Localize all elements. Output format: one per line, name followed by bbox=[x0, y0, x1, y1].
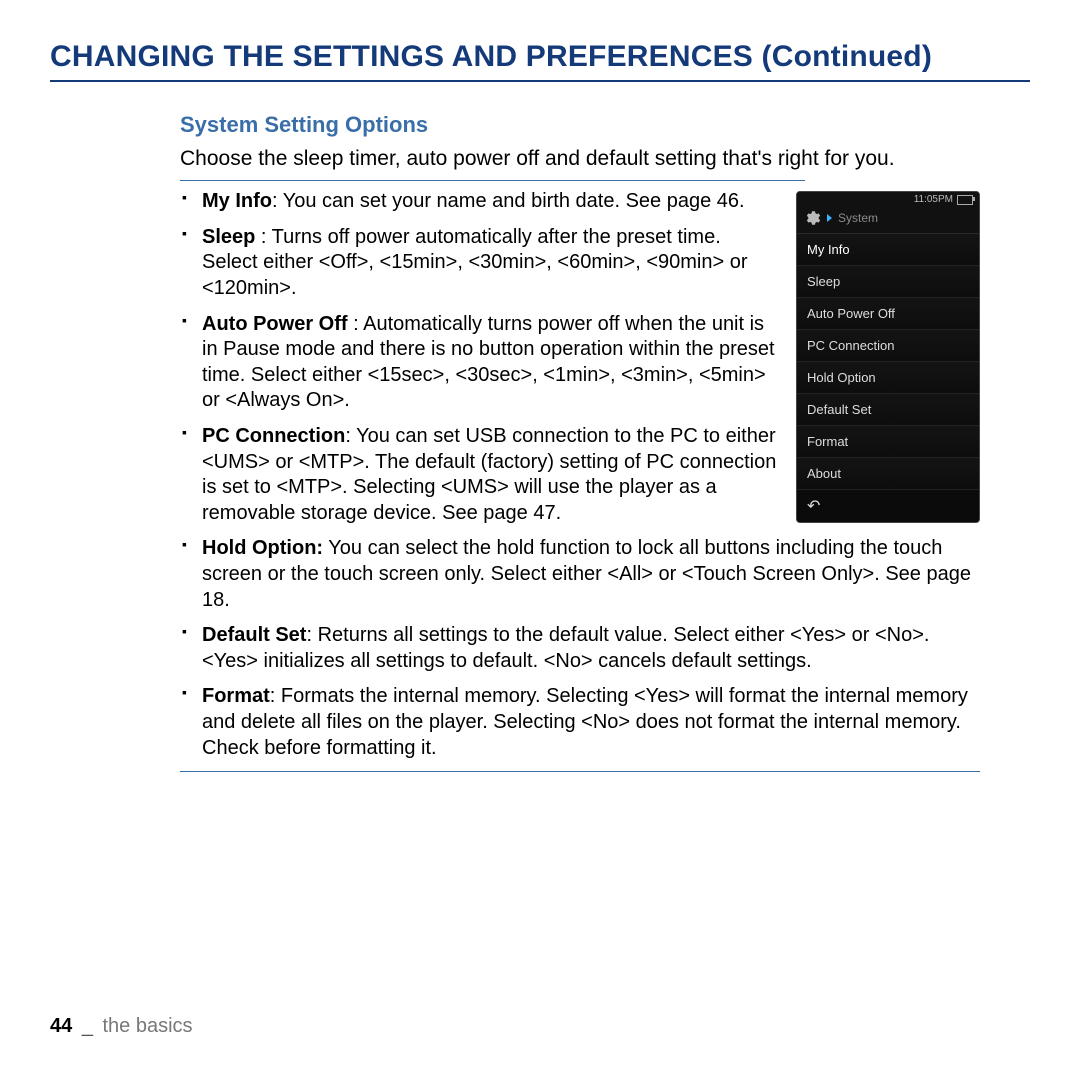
device-menu-item: Sleep bbox=[797, 266, 979, 298]
device-menu-item: PC Connection bbox=[797, 330, 979, 362]
device-screen-title: System bbox=[838, 211, 878, 225]
intro-text: Choose the sleep timer, auto power off a… bbox=[180, 146, 980, 172]
list-item: Sleep : Turns off power automatically af… bbox=[180, 225, 778, 302]
device-menu-item: My Info bbox=[797, 234, 979, 266]
device-menu-item: Format bbox=[797, 426, 979, 458]
section-subhead: System Setting Options bbox=[180, 112, 980, 138]
device-menu-item: Auto Power Off bbox=[797, 298, 979, 330]
list-item: My Info: You can set your name and birth… bbox=[180, 189, 778, 215]
gear-icon bbox=[803, 209, 821, 227]
bullet-list-full: Hold Option: You can select the hold fun… bbox=[180, 536, 980, 761]
divider-bottom bbox=[180, 771, 980, 772]
device-clock: 11:05PM bbox=[914, 194, 953, 205]
device-status-bar: 11:05PM bbox=[797, 192, 979, 205]
device-menu-item: Default Set bbox=[797, 394, 979, 426]
bullet-list-top: My Info: You can set your name and birth… bbox=[180, 189, 778, 526]
play-indicator-icon bbox=[827, 214, 832, 222]
device-footer: ↶ bbox=[797, 490, 979, 522]
divider-top bbox=[180, 180, 805, 181]
list-item: PC Connection: You can set USB connectio… bbox=[180, 424, 778, 526]
list-item: Auto Power Off : Automatically turns pow… bbox=[180, 312, 778, 414]
device-screenshot: 11:05PM System My Info Sleep Auto Power … bbox=[796, 191, 980, 523]
list-item: Hold Option: You can select the hold fun… bbox=[180, 536, 980, 613]
page-number: 44 bbox=[50, 1015, 72, 1037]
list-item: Default Set: Returns all settings to the… bbox=[180, 623, 980, 674]
page-title: CHANGING THE SETTINGS AND PREFERENCES (C… bbox=[50, 40, 1030, 82]
back-icon: ↶ bbox=[807, 496, 820, 516]
page-footer: 44 _ the basics bbox=[50, 1015, 193, 1038]
footer-separator: _ bbox=[82, 1015, 93, 1037]
device-titlebar: System bbox=[797, 205, 979, 234]
device-menu-item: About bbox=[797, 458, 979, 490]
section-name: the basics bbox=[103, 1015, 193, 1037]
device-menu-item: Hold Option bbox=[797, 362, 979, 394]
list-item: Format: Formats the internal memory. Sel… bbox=[180, 684, 980, 761]
battery-icon bbox=[957, 195, 973, 205]
